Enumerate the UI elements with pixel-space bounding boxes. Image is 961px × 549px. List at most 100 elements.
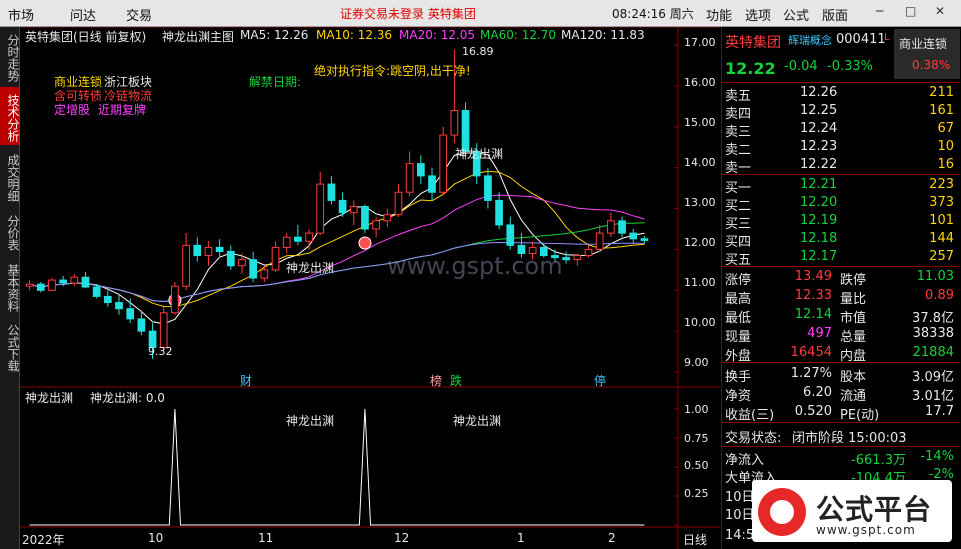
sub-signal-label-b: 神龙出渊	[453, 414, 502, 428]
sub-signal-label-a: 神龙出渊	[286, 414, 335, 428]
price-tick: 12.00	[684, 236, 716, 249]
stat-label: 量比	[840, 292, 867, 307]
bid-row[interactable]: 买二 12.20 373	[722, 194, 960, 214]
stat-label: 最高	[725, 292, 752, 307]
quote-panel: 英特集团 辉瑞概念 000411 L 商业连锁 0.38% 12.22 -0.0…	[721, 27, 961, 549]
kline-chart-area[interactable]: 英特集团(日线 前复权) 神龙出渊主图 MA5: 12.26 MA10: 12.…	[20, 27, 720, 549]
sub-tick: 0.50	[684, 459, 709, 472]
stat-label: 净资	[725, 389, 752, 404]
ask-price: 12.25	[800, 103, 838, 118]
tab-technical[interactable]: 技术分析	[0, 87, 20, 145]
stat-value: 21884	[912, 345, 954, 360]
event-mark-finance[interactable]: 财	[240, 372, 252, 389]
stat-label: 股本	[840, 370, 867, 385]
bid-price: 12.18	[800, 231, 838, 246]
close-icon[interactable]: ✕	[935, 4, 945, 18]
menu-options[interactable]: 选项	[745, 5, 771, 24]
ask-row[interactable]: 卖五 12.26 211	[722, 84, 960, 104]
menu-layout[interactable]: 版面	[822, 5, 848, 24]
menu-market[interactable]: 市场	[8, 5, 34, 24]
candle-body	[495, 199, 503, 226]
menu-formula[interactable]: 公式	[783, 5, 809, 24]
stat-value: 0.89	[925, 288, 954, 303]
price-tick: 17.00	[684, 36, 716, 49]
ma120-value: MA120: 11.83	[561, 28, 645, 42]
stat-row: 最高 12.33 量比 0.89	[722, 287, 960, 307]
stat-row: 换手 1.27% 股本 3.09亿	[722, 365, 960, 385]
stat-value: 37.8亿	[912, 311, 954, 326]
x-label: 2022年	[22, 533, 65, 547]
flow-pct: -14%	[920, 449, 954, 464]
menu-function[interactable]: 功能	[706, 5, 732, 24]
top-menu-bar: 市场 问达 交易 证券交易未登录 英特集团 08:24:16 周六 功能 选项 …	[0, 0, 961, 27]
ask-price: 12.22	[800, 157, 838, 172]
period-selector[interactable]: 日线	[683, 531, 707, 548]
ask-volume: 211	[929, 85, 954, 100]
candle-body	[439, 134, 448, 193]
menu-wenda[interactable]: 问达	[70, 5, 96, 24]
tab-price-table[interactable]: 分价表	[0, 207, 20, 255]
indicator-name[interactable]: 神龙出渊主图	[162, 28, 234, 45]
candle-body	[573, 255, 582, 261]
bid-row[interactable]: 买三 12.19 101	[722, 212, 960, 232]
candle-body	[327, 183, 336, 201]
candle-body	[428, 175, 436, 193]
candle-body	[450, 110, 459, 136]
bid-price: 12.17	[800, 249, 838, 264]
price-tick: 14.00	[684, 156, 716, 169]
ask-price: 12.23	[800, 139, 838, 154]
stat-value: 0.520	[794, 404, 832, 419]
stat-label: 跌停	[840, 273, 867, 288]
event-mark-list[interactable]: 榜	[430, 372, 442, 389]
concept-tag[interactable]: 辉瑞概念	[788, 32, 832, 48]
tab-formula-download[interactable]: 公式下载	[0, 317, 20, 375]
tab-intraday[interactable]: 分时走势	[0, 27, 20, 85]
login-notice: 证券交易未登录 英特集团	[340, 7, 476, 21]
ma60-value: MA60: 12.70	[480, 28, 557, 42]
menu-trade[interactable]: 交易	[126, 5, 152, 24]
candle-body	[59, 279, 67, 284]
candle-body	[562, 257, 571, 261]
candle-body	[25, 283, 34, 287]
x-label: 12	[394, 531, 410, 545]
ask-price: 12.26	[800, 85, 838, 100]
bid-row[interactable]: 买四 12.18 144	[722, 230, 960, 250]
candle-body	[484, 175, 492, 201]
sub-indicator-title[interactable]: 神龙出渊	[25, 389, 73, 406]
sub-tick: 0.75	[684, 432, 709, 445]
minimize-icon[interactable]: ─	[876, 4, 883, 18]
watermark: www.gspt.com	[387, 252, 563, 280]
stat-label: 换手	[725, 370, 752, 385]
stat-label: 流通	[840, 389, 867, 404]
stat-label: 现量	[725, 330, 752, 345]
ask-row[interactable]: 卖一 12.22 16	[722, 156, 960, 176]
bid-volume: 101	[929, 213, 954, 228]
price-tick: 16.00	[684, 76, 716, 89]
signal-label-2: 神龙出渊	[286, 261, 335, 275]
candle-body	[383, 214, 392, 222]
candle-body	[137, 318, 146, 332]
tab-profile[interactable]: 基本资料	[0, 257, 20, 315]
event-mark-drop[interactable]: 跌	[450, 372, 462, 389]
candle-body	[349, 206, 358, 214]
candle-body	[126, 308, 135, 320]
bid-row[interactable]: 买五 12.17 257	[722, 248, 960, 268]
ask-row[interactable]: 卖三 12.24 67	[722, 120, 960, 140]
candle-body	[226, 250, 235, 267]
tab-trades[interactable]: 成交明细	[0, 147, 20, 205]
ask-row[interactable]: 卖二 12.23 10	[722, 138, 960, 158]
candle-body	[372, 220, 380, 230]
maximize-icon[interactable]: □	[905, 4, 916, 18]
stat-row: 收益(三) 0.520 PE(动) 17.7	[722, 403, 960, 423]
bid-row[interactable]: 买一 12.21 223	[722, 176, 960, 196]
price-tick: 9.00	[684, 356, 709, 369]
stat-value: 38338	[912, 326, 954, 341]
event-mark-halt[interactable]: 停	[594, 372, 606, 389]
candle-body	[48, 279, 56, 291]
candle-body	[618, 220, 626, 234]
stock-name[interactable]: 英特集团	[725, 32, 781, 52]
x-label: 2	[608, 531, 616, 545]
candle-body	[294, 236, 302, 242]
stat-label: 最低	[725, 311, 752, 326]
ask-row[interactable]: 卖四 12.25 161	[722, 102, 960, 122]
